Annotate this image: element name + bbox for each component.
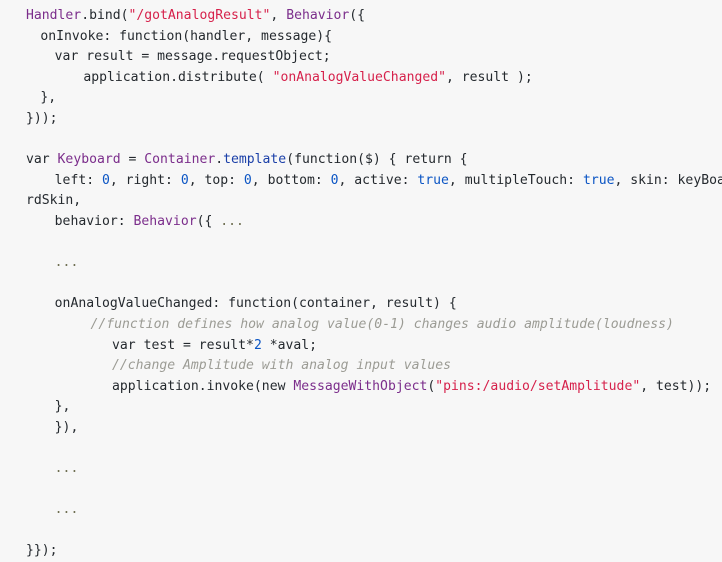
code-token-plain: }, — [54, 399, 71, 415]
code-token-plain: }}); — [26, 543, 58, 559]
code-token-plain: ({ — [349, 8, 366, 23]
code-token-number: 0 — [243, 172, 252, 188]
code-token-dots: ... — [54, 461, 79, 477]
code-token-dots: ... — [220, 213, 244, 229]
code-token-plain: , result ); — [446, 69, 533, 85]
code-token-plain: , top: — [188, 172, 244, 188]
code-line: var test = result*2 *aval; — [0, 336, 722, 357]
code-token-plain: var result = message.requestObject; — [54, 49, 331, 65]
code-token-plain: , active: — [338, 172, 418, 188]
code-line: ... — [0, 459, 722, 480]
code-token-string: "onAnalogValueChanged" — [272, 69, 446, 85]
code-token-plain: application.distribute( — [83, 69, 273, 85]
code-token-number: 2 — [253, 337, 262, 353]
code-token-plain: onAnalogValueChanged: function(container… — [54, 296, 457, 312]
code-line: }), — [0, 418, 722, 439]
code-token-plain: , right: — [109, 172, 181, 188]
code-line: ... — [0, 253, 722, 274]
code-line: rdSkin, — [0, 191, 722, 212]
code-token-plain: var — [26, 152, 58, 168]
code-token-plain: rdSkin, — [26, 193, 82, 209]
code-line: application.invoke(new MessageWithObject… — [0, 377, 722, 398]
code-token-type: Handler — [26, 8, 82, 23]
code-line: onAnalogValueChanged: function(container… — [0, 294, 722, 315]
code-line: ... — [0, 500, 722, 521]
code-token-plain: }, — [40, 90, 57, 106]
code-token-plain: , multipleTouch: — [448, 172, 583, 188]
code-token-plain: .bind( — [81, 8, 129, 23]
code-token-plain: application.invoke(new — [112, 378, 294, 394]
code-line-list: Handler.bind("/gotAnalogResult", Behavio… — [0, 6, 722, 562]
code-line: }}); — [0, 541, 722, 562]
code-token-plain: *aval; — [261, 337, 318, 353]
code-token-string: "/gotAnalogResult" — [128, 8, 271, 23]
code-line: }, — [0, 397, 722, 418]
code-token-type: Keyboard — [57, 152, 121, 168]
code-token-plain: }), — [54, 419, 79, 435]
code-token-type: MessageWithObject — [293, 378, 428, 394]
code-token-method: template — [223, 152, 287, 168]
code-token-string: "pins:/audio/setAmplitude" — [435, 378, 641, 394]
code-token-plain: , skin: keyBoa — [614, 172, 722, 188]
code-token-plain: })); — [26, 110, 58, 126]
code-line: //change Amplitude with analog input val… — [0, 356, 722, 377]
code-token-plain: var test = result* — [112, 337, 254, 353]
code-line: onInvoke: function(handler, message){ — [0, 27, 722, 48]
code-token-type: Behavior — [286, 8, 350, 23]
code-viewer[interactable]: Handler.bind("/gotAnalogResult", Behavio… — [0, 0, 722, 558]
code-line: left: 0, right: 0, top: 0, bottom: 0, ac… — [0, 171, 722, 192]
code-token-number: 0 — [180, 172, 189, 188]
code-token-plain: = — [120, 152, 145, 168]
code-token-plain: . — [215, 152, 224, 168]
code-token-number: true — [417, 172, 449, 188]
code-token-dots: ... — [54, 255, 79, 271]
code-token-plain: , bottom: — [251, 172, 331, 188]
code-token-type: Container — [144, 152, 216, 168]
code-token-plain: , — [270, 8, 287, 23]
code-token-plain: left: — [54, 172, 102, 188]
code-token-plain: behavior: — [54, 213, 134, 229]
code-line: Handler.bind("/gotAnalogResult", Behavio… — [0, 6, 722, 27]
code-token-comment: //function defines how analog value(0-1)… — [90, 316, 674, 332]
code-line: behavior: Behavior({ ... — [0, 212, 722, 233]
code-line: })); — [0, 109, 722, 130]
code-token-number: 0 — [101, 172, 110, 188]
code-line: var result = message.requestObject; — [0, 47, 722, 68]
code-line: application.distribute( "onAnalogValueCh… — [0, 68, 722, 89]
code-line: //function defines how analog value(0-1)… — [0, 315, 722, 336]
code-token-plain: onInvoke: function(handler, message){ — [40, 28, 333, 44]
code-line: var Keyboard = Container.template(functi… — [0, 150, 722, 171]
code-token-type: Behavior — [133, 213, 197, 229]
code-token-plain: , test)); — [640, 378, 712, 394]
code-token-number: true — [582, 172, 615, 188]
code-token-number: 0 — [330, 172, 339, 188]
code-token-comment: //change Amplitude with analog input val… — [112, 358, 452, 374]
code-line: }, — [0, 88, 722, 109]
code-token-plain: ({ — [196, 213, 221, 229]
code-token-plain: (function($) { return { — [286, 152, 468, 168]
